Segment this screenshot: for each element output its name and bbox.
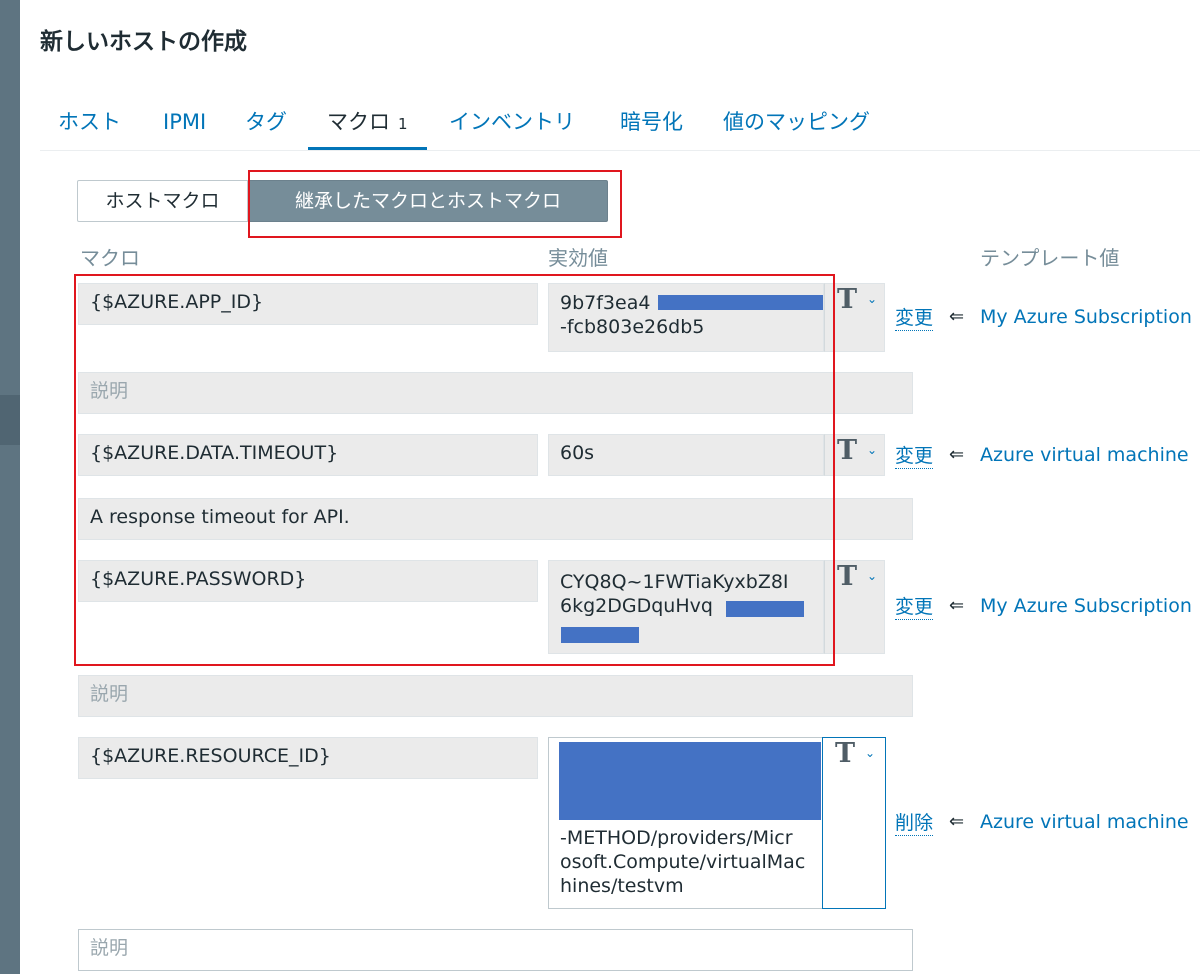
macro-value-line: CYQ8Q~1FWTiaKyxbZ8I (560, 571, 789, 593)
value-type-selector[interactable]: T ⌄ (822, 737, 886, 909)
value-type-selector[interactable]: T ⌄ (824, 434, 885, 476)
macro-value-line: -fcb803e26db5 (560, 316, 705, 338)
template-link[interactable]: Azure virtual machine (980, 811, 1189, 833)
chevron-down-icon: ⌄ (867, 443, 878, 457)
tab-ipmi-label: IPMI (163, 110, 207, 134)
tab-encryption[interactable]: 暗号化 (620, 98, 683, 148)
tab-host-label: ホスト (58, 110, 121, 134)
tab-tags-label: タグ (245, 110, 287, 134)
tab-inventory-label: インベントリ (449, 110, 575, 134)
change-link[interactable]: 変更 (895, 595, 934, 620)
value-type-selector[interactable]: T ⌄ (824, 560, 885, 654)
remove-link[interactable]: 削除 (895, 811, 934, 836)
macro-value-line: -METHOD/providers/Micr (560, 827, 793, 849)
arrow-left-icon: ⇐ (949, 595, 965, 616)
tab-inventory[interactable]: インベントリ (449, 98, 575, 148)
macro-name-field[interactable]: {$AZURE.PASSWORD} (78, 560, 538, 602)
text-type-icon: T (835, 738, 856, 769)
tab-macros-count: 1 (398, 115, 408, 133)
macro-value-field[interactable]: -METHOD/providers/Micr osoft.Compute/vir… (548, 737, 824, 909)
description-field[interactable]: 説明 (78, 675, 913, 717)
redaction-bar (559, 742, 821, 820)
change-link[interactable]: 変更 (895, 444, 934, 469)
arrow-left-icon: ⇐ (949, 811, 965, 832)
redaction-bar (658, 295, 823, 310)
description-field[interactable]: A response timeout for API. (78, 498, 913, 540)
chevron-down-icon: ⌄ (867, 292, 878, 306)
description-field[interactable]: 説明 (78, 929, 913, 971)
description-field[interactable]: 説明 (78, 372, 913, 414)
macro-name-field[interactable]: {$AZURE.DATA.TIMEOUT} (78, 434, 538, 476)
sidebar-marker (0, 395, 20, 445)
text-type-icon: T (837, 561, 858, 592)
macro-mode-toggle: ホストマクロ 継承したマクロとホストマクロ (77, 180, 608, 222)
macro-value-line: hines/testvm (560, 875, 684, 897)
tab-ipmi[interactable]: IPMI (163, 98, 206, 148)
template-link[interactable]: My Azure Subscription (980, 595, 1192, 617)
arrow-left-icon: ⇐ (949, 306, 965, 327)
host-macros-button[interactable]: ホストマクロ (77, 180, 248, 222)
tab-bar: ホスト IPMI タグ マクロ 1 インベントリ 暗号化 値のマッピング (40, 98, 1200, 151)
left-sidebar-rail (0, 0, 20, 974)
redaction-bar (561, 627, 639, 643)
column-header-template-value: テンプレート値 (980, 246, 1120, 270)
tab-encryption-label: 暗号化 (620, 110, 683, 134)
macro-value-field[interactable]: CYQ8Q~1FWTiaKyxbZ8I 6kg2DGDquHvq (548, 560, 824, 654)
template-link[interactable]: Azure virtual machine (980, 444, 1189, 466)
change-link[interactable]: 変更 (895, 306, 934, 331)
text-type-icon: T (837, 435, 858, 466)
redaction-bar (726, 601, 804, 617)
inherited-macros-button[interactable]: 継承したマクロとホストマクロ (248, 180, 608, 222)
macro-name-field[interactable]: {$AZURE.APP_ID} (78, 283, 538, 325)
value-type-selector[interactable]: T ⌄ (824, 283, 885, 352)
arrow-left-icon: ⇐ (949, 444, 965, 465)
tab-tags[interactable]: タグ (245, 98, 287, 148)
text-type-icon: T (837, 284, 858, 315)
chevron-down-icon: ⌄ (867, 569, 878, 583)
macro-value-line: osoft.Compute/virtualMac (560, 851, 806, 873)
template-link[interactable]: My Azure Subscription (980, 306, 1192, 328)
column-header-macro: マクロ (80, 246, 140, 270)
tab-macros[interactable]: マクロ 1 (308, 98, 427, 150)
macro-name-field[interactable]: {$AZURE.RESOURCE_ID} (78, 737, 538, 779)
column-header-effective-value: 実効値 (548, 246, 608, 270)
tab-macros-label: マクロ (327, 110, 390, 134)
tab-value-mapping[interactable]: 値のマッピング (723, 98, 870, 148)
macro-value-field[interactable]: 9b7f3ea4 -fcb803e26db5 (548, 283, 824, 352)
chevron-down-icon: ⌄ (865, 746, 876, 760)
tab-host[interactable]: ホスト (58, 98, 121, 148)
page-title: 新しいホストの作成 (40, 29, 247, 55)
macro-value-field[interactable]: 60s (548, 434, 824, 476)
tab-value-mapping-label: 値のマッピング (723, 110, 870, 134)
